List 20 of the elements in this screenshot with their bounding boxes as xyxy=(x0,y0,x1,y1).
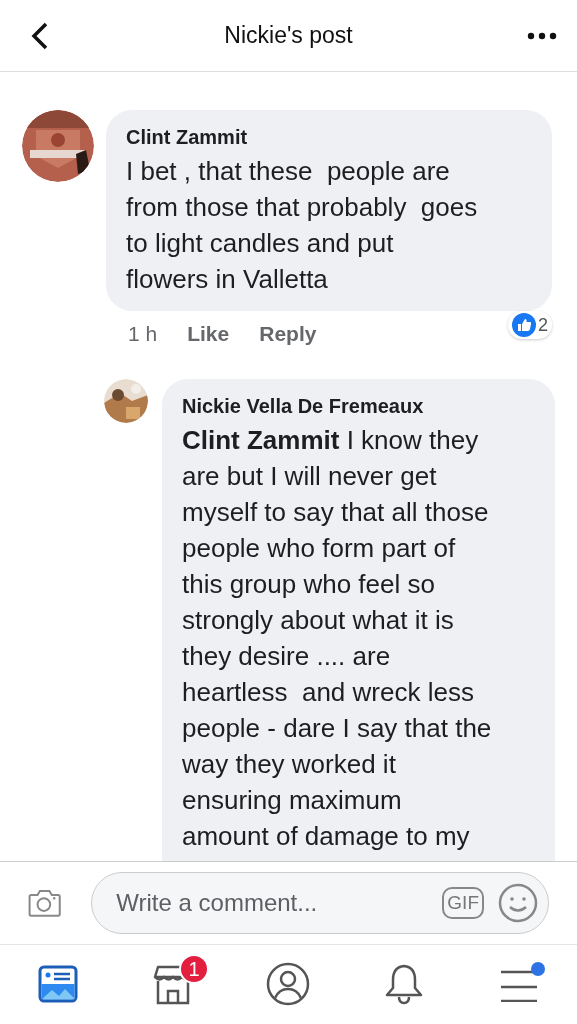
comment-author[interactable]: Clint Zammit xyxy=(126,126,532,149)
reaction-count[interactable]: 2 xyxy=(508,311,552,339)
comment-input-field[interactable]: Write a comment... GIF xyxy=(91,872,549,934)
smiley-icon[interactable] xyxy=(498,883,538,923)
comment-action-link[interactable]: Reply xyxy=(259,322,317,346)
notification-badge: 1 xyxy=(179,954,210,984)
back-icon[interactable] xyxy=(30,21,50,50)
comment-time: 1 h xyxy=(128,322,158,346)
gif-button[interactable]: GIF xyxy=(442,887,484,919)
like-icon xyxy=(512,313,536,337)
comment-text: I bet , that these people are from those that probably goes to light candles and put flowers in Valletta xyxy=(126,155,479,296)
avatar[interactable] xyxy=(104,379,148,423)
post-title: Nickie's post xyxy=(224,22,353,49)
profile-icon[interactable] xyxy=(266,962,311,1006)
comment-action-link[interactable]: Like xyxy=(187,322,230,346)
more-options-icon[interactable] xyxy=(527,31,557,40)
notifications-bell-icon[interactable] xyxy=(383,962,424,1006)
news-feed-icon[interactable] xyxy=(37,964,78,1004)
reply-text: Clint Zammit I know they are but I will never get myself to say that all those people who form part of this group who feel so strongly about what it is they desire .... are heartless and wreck less people - dare I say that the way they worked it ensuring maximum amount of damage to my xyxy=(182,424,493,853)
reply-author[interactable]: Nickie Vella De Fremeaux xyxy=(182,395,535,418)
